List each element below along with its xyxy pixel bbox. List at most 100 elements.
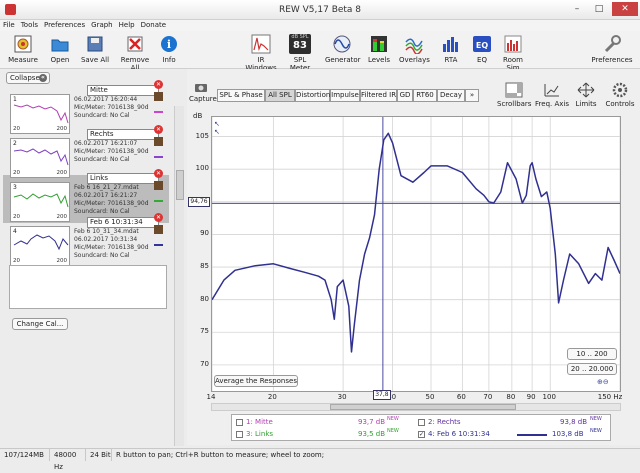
rta-button[interactable]: RTA: [440, 34, 462, 64]
menu-help[interactable]: Help: [116, 20, 138, 31]
measurement-actions: ✕: [154, 80, 164, 116]
zoom-icon[interactable]: ⊕⊖: [597, 378, 609, 386]
spl-meter-icon: dB SPL 83: [289, 34, 311, 54]
remove-measurement-icon[interactable]: ✕: [154, 125, 163, 134]
eq-button[interactable]: EQ EQ: [472, 34, 492, 64]
tab-spl-phase[interactable]: SPL & Phase: [217, 89, 265, 102]
thumb-xmax: 200: [56, 170, 68, 176]
limits-label: Limits: [575, 100, 597, 108]
ir-windows-button[interactable]: IR Windows: [242, 34, 280, 72]
tab-impulse[interactable]: Impulse: [330, 89, 360, 102]
collapse-icon: «: [39, 74, 47, 82]
trace-color-icon[interactable]: [154, 193, 163, 202]
status-bit-depth: 24 Bit: [86, 449, 112, 461]
spl-graph[interactable]: ↖ ↖ 10 .. 200 20 .. 20.000 Average the Re…: [211, 116, 621, 392]
save-all-label: Save All: [80, 56, 110, 64]
measurement-name-input[interactable]: Links: [87, 173, 159, 184]
info-icon: i: [159, 34, 179, 54]
measurement-name-input[interactable]: Rechts: [87, 129, 159, 140]
save-all-button[interactable]: Save All: [80, 34, 110, 64]
levels-icon: [369, 34, 389, 54]
cursor-tools-icon[interactable]: ↖ ↖: [214, 120, 220, 136]
tab-distortion[interactable]: Distortion: [295, 89, 330, 102]
change-cal-button[interactable]: Change Cal...: [12, 318, 68, 330]
scrollbar-thumb[interactable]: [176, 170, 184, 200]
levels-button[interactable]: Levels: [366, 34, 392, 64]
preferences-label: Preferences: [591, 56, 633, 64]
remove-measurement-icon[interactable]: ✕: [154, 169, 163, 178]
svg-text:i: i: [167, 38, 171, 51]
legend-checkbox[interactable]: ✓: [418, 431, 425, 438]
open-button[interactable]: Open: [47, 34, 73, 64]
tab-rt60[interactable]: RT60: [413, 89, 437, 102]
cursor-x-readout: 37,8: [372, 390, 391, 400]
measurement-date: 06.02.2017 10:31:34: [74, 236, 138, 243]
tab-more[interactable]: »: [465, 89, 479, 102]
waterfall-icon[interactable]: [154, 92, 163, 101]
y-tick-label: 105: [195, 131, 209, 140]
tab-decay[interactable]: Decay: [437, 89, 465, 102]
legend-label: 4: Feb 6 10:31:34: [428, 430, 490, 438]
spl-badge-value: 83: [293, 40, 307, 51]
spl-plot[interactable]: [212, 117, 620, 391]
measurement-thumbnail: 1 20 200: [10, 94, 70, 134]
trace-color-icon[interactable]: [154, 237, 163, 246]
controls-button[interactable]: Controls: [605, 82, 635, 108]
frequency-scrollbar[interactable]: [211, 403, 621, 411]
waterfall-icon[interactable]: [154, 137, 163, 146]
measurement-actions: ✕: [154, 169, 164, 205]
waterfall-icon[interactable]: [154, 181, 163, 190]
menu-donate[interactable]: Donate: [138, 20, 169, 31]
measurement-info: Feb 6 10_31_34.mdat 06.02.2017 10:31:34 …: [74, 228, 149, 260]
info-button[interactable]: i Info: [158, 34, 180, 64]
window-title: REW V5,17 Beta 8: [278, 5, 362, 15]
maximize-button[interactable]: □: [590, 2, 608, 16]
close-button[interactable]: ✕: [612, 2, 638, 16]
spl-meter-button[interactable]: dB SPL 83 SPL Meter: [283, 34, 317, 72]
range-20-20000-button[interactable]: 20 .. 20.000: [567, 363, 617, 375]
legend-checkbox[interactable]: [236, 431, 243, 438]
measurement-item[interactable]: Mitte 1 20 200 06.02.2017 16:20:44 Mic/M…: [8, 85, 168, 134]
scrollbar-thumb[interactable]: [330, 404, 516, 410]
trace-color-icon[interactable]: [154, 149, 163, 158]
capture-button[interactable]: Capture: [189, 81, 217, 103]
remove-all-button[interactable]: Remove All: [116, 34, 154, 72]
legend-checkbox[interactable]: [236, 419, 243, 426]
menu-tools[interactable]: Tools: [18, 20, 41, 31]
trace-color-icon[interactable]: [154, 104, 163, 113]
measurement-name-input[interactable]: Feb 6 10:31:34: [87, 217, 159, 228]
measurement-item[interactable]: Rechts 2 20 200 06.02.2017 16:21:07 Mic/…: [8, 129, 168, 178]
collapse-button[interactable]: Collapse «: [6, 72, 50, 84]
average-responses-button[interactable]: Average the Responses: [214, 375, 298, 387]
thumb-xmax: 200: [56, 126, 68, 132]
limits-button[interactable]: Limits: [574, 82, 598, 108]
scrollbars-button[interactable]: Scrollbars: [497, 82, 531, 108]
x-tick-label: 100: [542, 393, 556, 401]
minimize-button[interactable]: –: [568, 2, 586, 16]
freq-axis-button[interactable]: Freq. Axis: [534, 82, 570, 108]
generator-button[interactable]: Generator: [325, 34, 361, 64]
remove-measurement-icon[interactable]: ✕: [154, 213, 163, 222]
preferences-button[interactable]: Preferences: [591, 34, 633, 64]
room-sim-icon: [503, 34, 523, 54]
menu-preferences[interactable]: Preferences: [41, 20, 88, 31]
info-label: Info: [162, 56, 176, 64]
room-sim-button[interactable]: Room Sim: [497, 34, 529, 72]
tab-all-spl[interactable]: All SPL: [265, 89, 295, 102]
overlays-button[interactable]: Overlays: [399, 34, 430, 64]
measurement-file: Feb 6 16_21_27.mdat: [74, 184, 139, 191]
menu-graph[interactable]: Graph: [88, 20, 115, 31]
measure-button[interactable]: Measure: [8, 34, 38, 64]
measurement-item[interactable]: Links 3 20 200 Feb 6 16_21_27.mdat 06.02…: [8, 173, 168, 222]
menu-file[interactable]: File: [0, 20, 18, 31]
waterfall-icon[interactable]: [154, 225, 163, 234]
remove-measurement-icon[interactable]: ✕: [154, 80, 163, 89]
tab-filtered-ir[interactable]: Filtered IR: [360, 89, 397, 102]
tab-gd[interactable]: GD: [397, 89, 413, 102]
measurements-scrollbar[interactable]: [174, 106, 184, 446]
measurement-item[interactable]: Feb 6 10:31:34 4 20 200 Feb 6 10_31_34.m…: [8, 217, 168, 266]
legend-checkbox[interactable]: [418, 419, 425, 426]
range-10-200-button[interactable]: 10 .. 200: [567, 348, 617, 360]
measurement-soundcard: Soundcard: No Cal: [74, 156, 130, 163]
measurement-name-input[interactable]: Mitte: [87, 85, 159, 96]
